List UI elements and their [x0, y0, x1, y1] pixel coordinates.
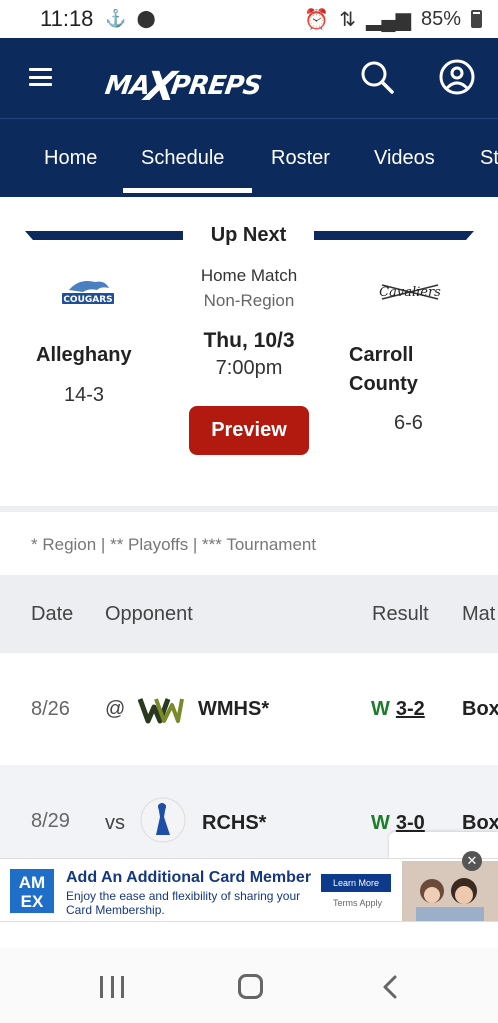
row-score[interactable]: 3-2: [396, 698, 425, 720]
ad-photo: [402, 861, 498, 921]
active-tab-indicator: [123, 188, 252, 193]
tab-roster[interactable]: Roster: [271, 147, 330, 170]
row-score[interactable]: 3-0: [396, 812, 425, 834]
wmhs-logo[interactable]: [138, 687, 184, 733]
svg-text:COUGARS: COUGARS: [63, 295, 112, 305]
status-bar: 11:18 ⚓ ⬤ ⏰ ⇅ ▂▄▆ 85%: [0, 0, 498, 38]
ship-icon: ⚓: [105, 9, 127, 28]
preview-button[interactable]: Preview: [189, 406, 309, 455]
recents-icon[interactable]: [100, 976, 124, 998]
tab-stats[interactable]: St: [480, 147, 498, 170]
terms-text: Terms Apply: [333, 898, 383, 908]
header-date: Date: [31, 603, 74, 625]
maxpreps-logo[interactable]: MAXPREPS: [103, 58, 265, 110]
up-next-card: Up Next COUGARS Alleghany 14-3 Home Matc…: [0, 204, 498, 506]
away-team-record: 6-6: [394, 412, 423, 434]
tab-home[interactable]: Home: [44, 147, 97, 170]
away-team-name-line2[interactable]: County: [349, 370, 418, 399]
cougars-logo[interactable]: COUGARS: [61, 276, 115, 306]
match-date: Thu, 10/3: [203, 329, 295, 352]
rchs-logo[interactable]: [140, 797, 186, 843]
title-bar-left: [25, 231, 183, 240]
home-team-record: 14-3: [64, 384, 105, 406]
row-date: 8/26: [31, 698, 70, 720]
menu-icon[interactable]: [29, 68, 52, 86]
row-opponent[interactable]: WMHS*: [198, 698, 269, 721]
header-opponent: Opponent: [105, 603, 193, 625]
learn-more-button[interactable]: Learn More: [321, 874, 391, 892]
match-type: Home Match: [200, 266, 298, 285]
row-result[interactable]: W 3-2: [371, 698, 425, 721]
schedule-table-header: Date Opponent Result Mat: [0, 575, 498, 653]
header-match: Mat: [462, 603, 496, 625]
search-icon[interactable]: [358, 58, 396, 96]
header-result: Result: [372, 603, 429, 625]
home-team-name[interactable]: Alleghany: [36, 341, 132, 370]
back-icon[interactable]: [381, 974, 399, 1000]
row-location: vs: [105, 812, 125, 834]
row-outcome: W: [371, 698, 390, 720]
up-next-title: Up Next: [210, 224, 287, 246]
system-nav-bar: [0, 948, 498, 1023]
ad-badge: [389, 832, 498, 860]
ad-subtitle: Enjoy the ease and flexibility of sharin…: [66, 889, 301, 917]
signal-icon: ▂▄▆: [366, 8, 411, 31]
row-outcome: W: [371, 812, 390, 834]
title-bar-right: [314, 231, 474, 240]
battery-icon: [471, 10, 482, 28]
away-team-name-line1[interactable]: Carroll: [349, 341, 413, 370]
row-box-score[interactable]: Box: [462, 698, 498, 721]
table-row[interactable]: 8/26 @ WMHS* W 3-2 Box: [0, 653, 498, 765]
match-region: Non-Region: [203, 291, 295, 310]
section-divider: [0, 506, 498, 512]
data-icon: ⇅: [339, 8, 357, 31]
app-header: MAXPREPS: [0, 38, 498, 118]
user-icon[interactable]: [438, 58, 476, 96]
ad-title[interactable]: Add An Additional Card Member: [66, 869, 311, 887]
row-opponent[interactable]: RCHS*: [202, 812, 266, 835]
advertisement-banner[interactable]: AM EX Add An Additional Card Member Enjoy…: [0, 858, 498, 922]
amex-logo: AM EX: [10, 869, 54, 913]
cavaliers-logo[interactable]: Cavaliers: [378, 279, 442, 305]
row-date: 8/29: [31, 810, 70, 832]
row-location: @: [105, 698, 126, 720]
ad-close-icon[interactable]: ✕: [462, 851, 482, 871]
status-time: 11:18: [40, 6, 94, 31]
battery-percent: 85%: [420, 7, 461, 30]
home-icon[interactable]: [238, 974, 263, 999]
match-time: 7:00pm: [215, 357, 283, 379]
tab-schedule[interactable]: Schedule: [141, 147, 224, 170]
tab-videos[interactable]: Videos: [374, 147, 435, 170]
schedule-legend: * Region | ** Playoffs | *** Tournament: [31, 535, 317, 554]
alarm-icon: ⏰: [304, 8, 330, 31]
team-nav: Home Schedule Roster Videos St: [0, 118, 498, 197]
svg-text:Cavaliers: Cavaliers: [379, 285, 441, 300]
location-icon: ⬤: [136, 9, 156, 28]
